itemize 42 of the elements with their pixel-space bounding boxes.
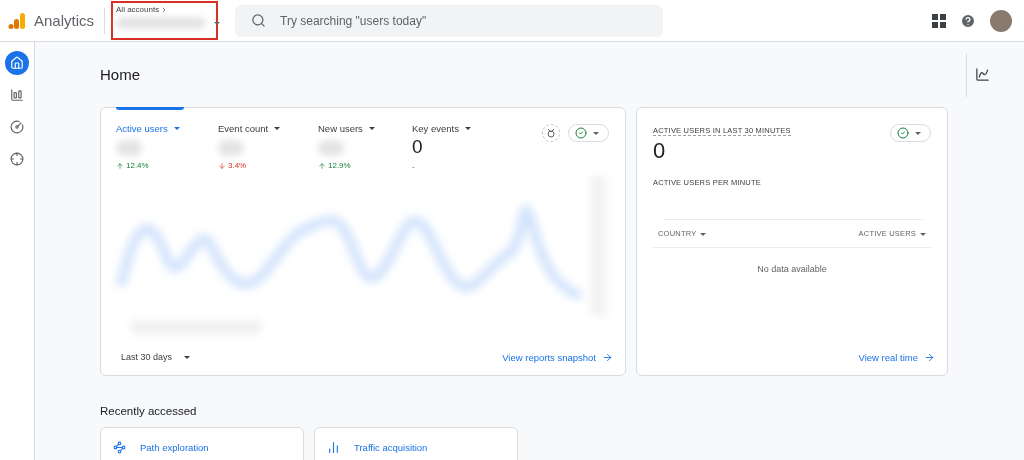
empty-message: No data available bbox=[757, 264, 827, 274]
help-icon[interactable] bbox=[960, 12, 976, 29]
path-icon bbox=[113, 440, 126, 454]
check-circle-icon bbox=[897, 127, 909, 139]
recent-item[interactable]: Path exploration bbox=[100, 427, 304, 460]
search-input[interactable]: Try searching "users today" bbox=[278, 12, 664, 29]
arrow-right-icon bbox=[924, 351, 935, 363]
metric-tab[interactable]: Event count 3.4% bbox=[218, 108, 318, 176]
view-real-time-link[interactable]: View real time bbox=[858, 351, 935, 363]
metric-value: 0 bbox=[412, 136, 423, 158]
page-title: Home bbox=[100, 66, 140, 83]
bar-chart-icon bbox=[327, 440, 340, 454]
account-selector[interactable]: All accounts bbox=[111, 1, 219, 40]
comparison-button[interactable] bbox=[568, 124, 609, 142]
check-circle-icon bbox=[575, 127, 587, 139]
explore-icon bbox=[10, 120, 24, 134]
section-title: Recently accessed bbox=[100, 405, 198, 417]
metric-note: - bbox=[412, 162, 415, 171]
realtime-value: 0 bbox=[653, 138, 667, 164]
change-value: 3.4% bbox=[228, 161, 247, 170]
insights-icon[interactable] bbox=[975, 67, 990, 82]
product-name: Analytics bbox=[34, 7, 106, 34]
logo-icon bbox=[8, 11, 26, 30]
sidebar-item[interactable] bbox=[5, 51, 29, 75]
caret-icon bbox=[214, 21, 221, 25]
metric-tab[interactable]: New users 12.9% bbox=[318, 108, 412, 176]
advertising-icon bbox=[10, 152, 24, 166]
comparison-button[interactable] bbox=[890, 124, 931, 142]
search-field[interactable]: Try searching "users today" bbox=[235, 4, 664, 37]
view-reports-link[interactable]: View reports snapshot bbox=[502, 351, 613, 363]
change-value: 12.4% bbox=[126, 161, 149, 170]
recent-item[interactable]: Traffic acquisition bbox=[314, 427, 518, 460]
change-value: 12.9% bbox=[328, 161, 351, 170]
arrow-right-icon bbox=[602, 351, 613, 363]
date-range-dropdown[interactable]: Last 30 days bbox=[121, 352, 191, 362]
metric-tab[interactable]: Active users 12.4% bbox=[116, 108, 218, 176]
avatar[interactable] bbox=[990, 9, 1012, 32]
search-icon bbox=[251, 13, 267, 28]
metric-tab[interactable]: Key events 0 - bbox=[412, 108, 512, 176]
apps-grid-icon[interactable] bbox=[932, 13, 946, 28]
home-icon bbox=[10, 56, 24, 70]
reports-icon bbox=[10, 88, 24, 102]
